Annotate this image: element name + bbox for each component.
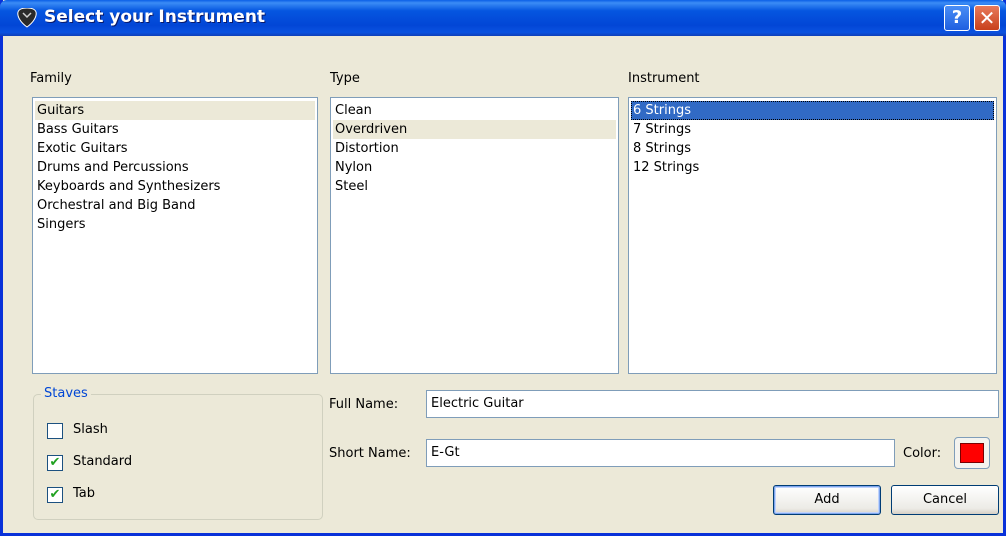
window-title: Select your Instrument [44,7,266,27]
list-item-singers[interactable]: Singers [35,215,315,234]
cancel-button[interactable]: Cancel [891,485,999,515]
list-item-6-strings[interactable]: 6 Strings [631,101,994,120]
help-button[interactable]: ? [944,5,970,31]
short-name-field[interactable]: E-Gt [426,439,895,467]
list-item-8-strings[interactable]: 8 Strings [631,139,994,158]
standard-label[interactable]: Standard [73,454,132,469]
list-item-bass-guitars[interactable]: Bass Guitars [35,120,315,139]
slash-checkbox[interactable] [47,423,63,439]
check-icon: ✔ [49,487,61,502]
instrument-label: Instrument [628,71,700,86]
staves-title: Staves [41,386,91,401]
list-item-nylon[interactable]: Nylon [333,158,616,177]
check-icon: ✔ [49,455,61,470]
type-label: Type [330,71,360,86]
standard-checkbox[interactable]: ✔ [47,455,63,471]
select-instrument-dialog: Select your Instrument ? ✕ Family Type I… [0,0,1006,536]
list-item-drums[interactable]: Drums and Percussions [35,158,315,177]
close-button[interactable]: ✕ [974,5,1000,31]
family-label: Family [30,71,72,86]
list-item-clean[interactable]: Clean [333,101,616,120]
list-item-distortion[interactable]: Distortion [333,139,616,158]
list-item-orchestral[interactable]: Orchestral and Big Band [35,196,315,215]
list-item-keyboards[interactable]: Keyboards and Synthesizers [35,177,315,196]
list-item-exotic-guitars[interactable]: Exotic Guitars [35,139,315,158]
title-bar[interactable]: Select your Instrument ? ✕ [0,0,1006,36]
guitar-pick-icon [17,8,37,28]
full-name-field[interactable]: Electric Guitar [426,390,999,418]
full-name-label: Full Name: [329,397,399,412]
short-name-label: Short Name: [329,446,411,461]
instrument-list[interactable]: 6 Strings 7 Strings 8 Strings 12 Strings [628,97,997,374]
slash-label[interactable]: Slash [73,422,108,437]
color-label: Color: [903,446,942,461]
list-item-steel[interactable]: Steel [333,177,616,196]
tab-checkbox[interactable]: ✔ [47,487,63,503]
list-item-12-strings[interactable]: 12 Strings [631,158,994,177]
color-button[interactable] [954,437,990,469]
list-item-overdriven[interactable]: Overdriven [333,120,616,139]
color-swatch [960,443,984,463]
list-item-guitars[interactable]: Guitars [35,101,315,120]
list-item-7-strings[interactable]: 7 Strings [631,120,994,139]
add-button[interactable]: Add [773,485,881,515]
tab-label: Tab [73,486,96,501]
type-list[interactable]: Clean Overdriven Distortion Nylon Steel [330,97,619,374]
family-list[interactable]: Guitars Bass Guitars Exotic Guitars Drum… [32,97,318,374]
